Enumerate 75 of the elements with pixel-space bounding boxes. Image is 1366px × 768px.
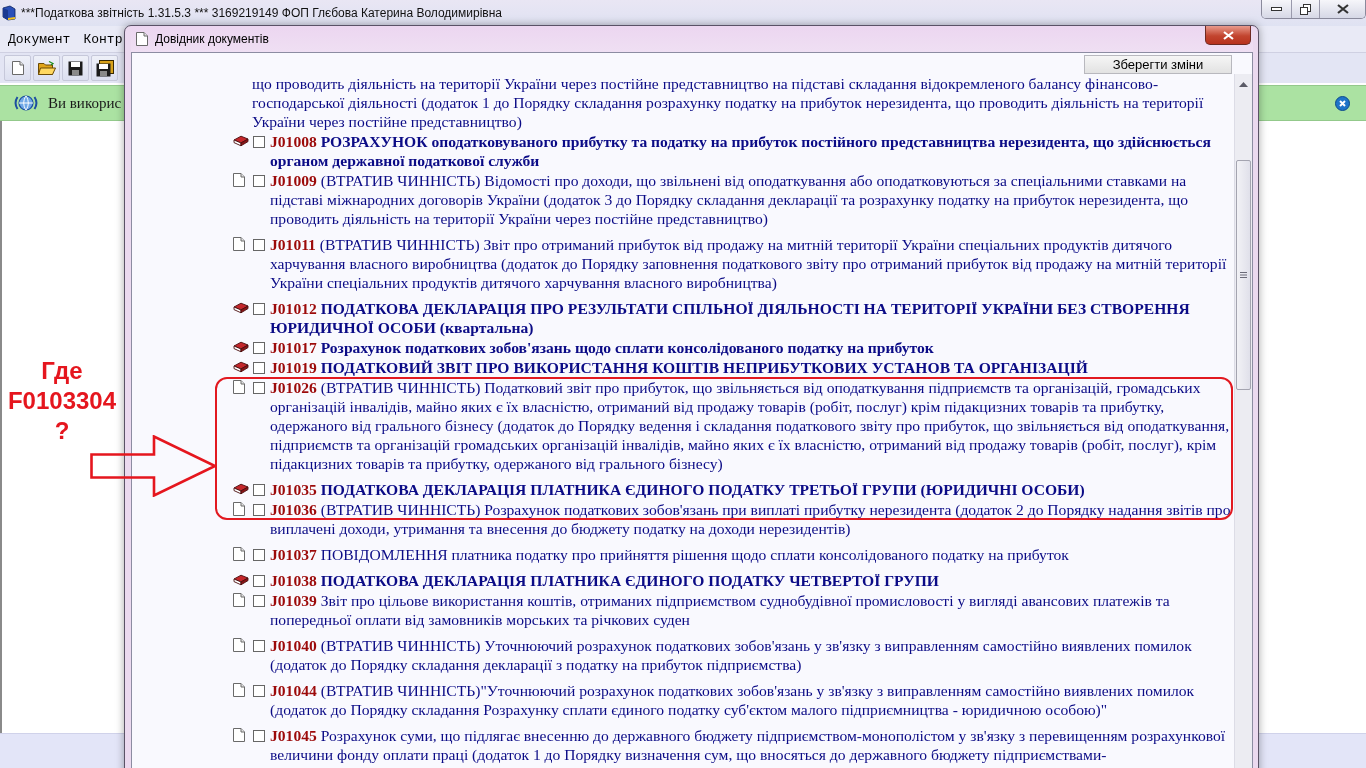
- scrollbar-thumb[interactable]: [1236, 160, 1251, 390]
- save-changes-button[interactable]: Зберегти зміни: [1084, 55, 1232, 74]
- close-button[interactable]: [1205, 26, 1251, 45]
- menu-item[interactable]: Контр: [83, 31, 123, 47]
- checkbox[interactable]: [253, 382, 265, 394]
- document-entry: J01008 РОЗРАХУНОК оподатковуваного прибутку та податку на прибуток постійного представництва нерезидента, що здійснюється органом державної податкової служби: [270, 132, 1212, 170]
- app-logo-icon: [1, 5, 17, 21]
- floppy-disks-icon: [95, 59, 114, 77]
- page-icon: [233, 502, 245, 516]
- checkbox[interactable]: [253, 730, 265, 742]
- book-icon: [233, 483, 249, 495]
- page-icon: [233, 638, 245, 652]
- book-icon: [233, 135, 249, 147]
- document-entry: J01012 ПОДАТКОВА ДЕКЛАРАЦІЯ ПРО РЕЗУЛЬТАТИ СПІЛЬНОЇ ДІЯЛЬНОСТІ НА ТЕРИТОРІЇ УКРАЇНИ БЕЗ СТВОРЕННЯ ЮРИДИЧНОЇ ОСОБИ (квартальна): [270, 299, 1191, 337]
- close-icon: [1222, 30, 1234, 40]
- document-entry: J01039 Звіт про цільове використання коштів, отриманих підприємством суднобудівної промисловості у вигляді авансових платежів та попередньої оплати від замовників морських та річкових суден: [270, 591, 1171, 629]
- restore-button[interactable]: [1291, 0, 1319, 18]
- save-all-button[interactable]: [91, 55, 118, 81]
- document-entry: J01044 (ВТРАТИВ ЧИННІСТЬ)"Уточнюючий розрахунок податкових зобов'язань у зв'язку з виправленням самостійно виявлених помилок (додаток до Порядку складання Розрахунку сплати єдиного податку суб'єктом малого підприємництва - юридичною особою)": [270, 681, 1196, 719]
- page-icon: [233, 380, 245, 394]
- document-entry: J01037 ПОВІДОМЛЕННЯ платника податку про прийняття рішення щодо сплати консолідованого податку на прибуток: [270, 545, 1070, 564]
- book-icon: [233, 574, 249, 586]
- annotation-text: Где F0103304 ?: [6, 356, 118, 446]
- new-file-button[interactable]: [4, 55, 31, 81]
- document-entry: J01035 ПОДАТКОВА ДЕКЛАРАЦІЯ ПЛАТНИКА ЄДИНОГО ПОДАТКУ ТРЕТЬОЇ ГРУПИ (ЮРИДИЧНІ ОСОБИ): [270, 480, 1086, 499]
- document-entry: J01036 (ВТРАТИВ ЧИННІСТЬ) Розрахунок податкових зобов'язань при виплаті прибутку нерезидента (додаток 2 до Порядку надання звітів про виплачені доходи, утримання та внесення до бюджету податку на доходи нерезидентів): [270, 500, 1232, 538]
- page-icon: [233, 547, 245, 561]
- scrollbar-track[interactable]: [1234, 74, 1252, 768]
- checkbox[interactable]: [253, 303, 265, 315]
- minimize-icon: [1271, 7, 1282, 11]
- document-entry: J01038 ПОДАТКОВА ДЕКЛАРАЦІЯ ПЛАТНИКА ЄДИНОГО ПОДАТКУ ЧЕТВЕРТОЇ ГРУПИ: [270, 571, 940, 590]
- document-entry: J01045 Розрахунок суми, що підлягає внесенню до державного бюджету підприємством-монополістом у зв'язку з перевищенням розрахункової величини фонду оплати праці (додаток 1 до Порядку визначення сум, що вносяться до державного бюджету підприємствами-: [270, 726, 1227, 764]
- document-entry: J01040 (ВТРАТИВ ЧИННІСТЬ) Уточнюючий розрахунок податкових зобов'язань у зв'язку з виправленням самостійно виявлених помилок (додаток до Порядку складання декларації з податку на прибуток підприємства): [270, 636, 1193, 674]
- close-button[interactable]: [1319, 0, 1365, 18]
- page-icon: [233, 728, 245, 742]
- checkbox[interactable]: [253, 504, 265, 516]
- document-entry: J01011 (ВТРАТИВ ЧИННІСТЬ) Звіт про отриманий прибуток від продажу на митній території України спеціальних продуктів дитячого харчування власного виробництва (додаток до Порядку заповнення податкового звіту про отриманий прибуток від продажу на митній території України спеціальних продуктів дитячого харчування власного виробництва): [270, 235, 1228, 292]
- scroll-up-arrow-icon[interactable]: [1239, 82, 1248, 87]
- book-icon: [233, 341, 249, 353]
- window-title: ***Податкова звітність 1.31.5.3 *** 3169219149 ФОП Глєбова Катерина Володимирівна: [21, 6, 503, 20]
- document-entry: що проводить діяльність на території України через постійне представництво на підставі складання відокремленого балансу фінансово-господарської діяльності (додаток 1 до Порядку складання розрахунку податку на прибуток нерезидента, що проводить діяльність на території України через постійне представництво): [252, 75, 1204, 130]
- checkbox[interactable]: [253, 549, 265, 561]
- page-icon: [233, 173, 245, 187]
- open-button[interactable]: [33, 55, 60, 81]
- book-icon: [233, 302, 249, 314]
- save-button[interactable]: [62, 55, 89, 81]
- document-entry: J01019 ПОДАТКОВИЙ ЗВІТ ПРО ВИКОРИСТАННЯ КОШТІВ НЕПРИБУТКОВИХ УСТАНОВ ТА ОРГАНІЗАЦІЙ: [270, 358, 1089, 377]
- banner-message: Ви викорис: [48, 94, 122, 112]
- checkbox[interactable]: [253, 342, 265, 354]
- checkbox[interactable]: [253, 175, 265, 187]
- checkbox[interactable]: [253, 239, 265, 251]
- checkbox[interactable]: [253, 362, 265, 374]
- minimize-button[interactable]: [1262, 0, 1291, 18]
- page-icon: [233, 593, 245, 607]
- book-icon: [233, 361, 249, 373]
- page-icon: [136, 32, 148, 46]
- page-icon: [233, 683, 245, 697]
- grip-icon: [1240, 272, 1247, 278]
- blank-page-icon: [11, 61, 24, 75]
- page-icon: [233, 237, 245, 251]
- checkbox[interactable]: [253, 575, 265, 587]
- folder-icon: [37, 61, 56, 75]
- dialog-title: Довідник документів: [155, 32, 269, 46]
- menu-item[interactable]: Документ: [8, 31, 71, 47]
- checkbox[interactable]: [253, 685, 265, 697]
- checkbox[interactable]: [253, 640, 265, 652]
- close-icon[interactable]: [1335, 95, 1350, 111]
- document-entry: J01026 (ВТРАТИВ ЧИННІСТЬ) Податковий звіт про прибуток, що звільняється від оподаткування підприємств та організацій, громадських організацій інвалідів, майно яких є їх власністю, отриманий від продажу товарів (робіт, послуг) крім підакцизних товарів та прибутку, одержаного від грального бізнесу (додаток до Порядку ведення і складання податкового звіту про прибуток, що звільняється від оподаткування, підприємств та організацій громадських організацій інвалідів, майно яких є їх власністю, отриманий від продажу товарів (робіт, послуг), крім підакцизних товарів та прибутку, одержаного від грального бізнесу): [270, 378, 1231, 473]
- checkbox[interactable]: [253, 136, 265, 148]
- close-icon: [1336, 4, 1349, 14]
- document-entry: J01009 (ВТРАТИВ ЧИННІСТЬ) Відомості про доходи, що звільнені від оподаткування або оподатковуються за спеціальними ставками на підставі міжнародних договорів України (додаток 3 до Порядку складання декларації та розрахунку податку на прибуток нерезидента, що проводить діяльність на території України через постійне представництво): [270, 171, 1190, 228]
- restore-icon: [1300, 3, 1311, 15]
- checkbox[interactable]: [253, 484, 265, 496]
- document-entry: J01017 Розрахунок податкових зобов'язань щодо сплати консолідованого податку на прибуток: [270, 338, 935, 357]
- checkbox[interactable]: [253, 595, 265, 607]
